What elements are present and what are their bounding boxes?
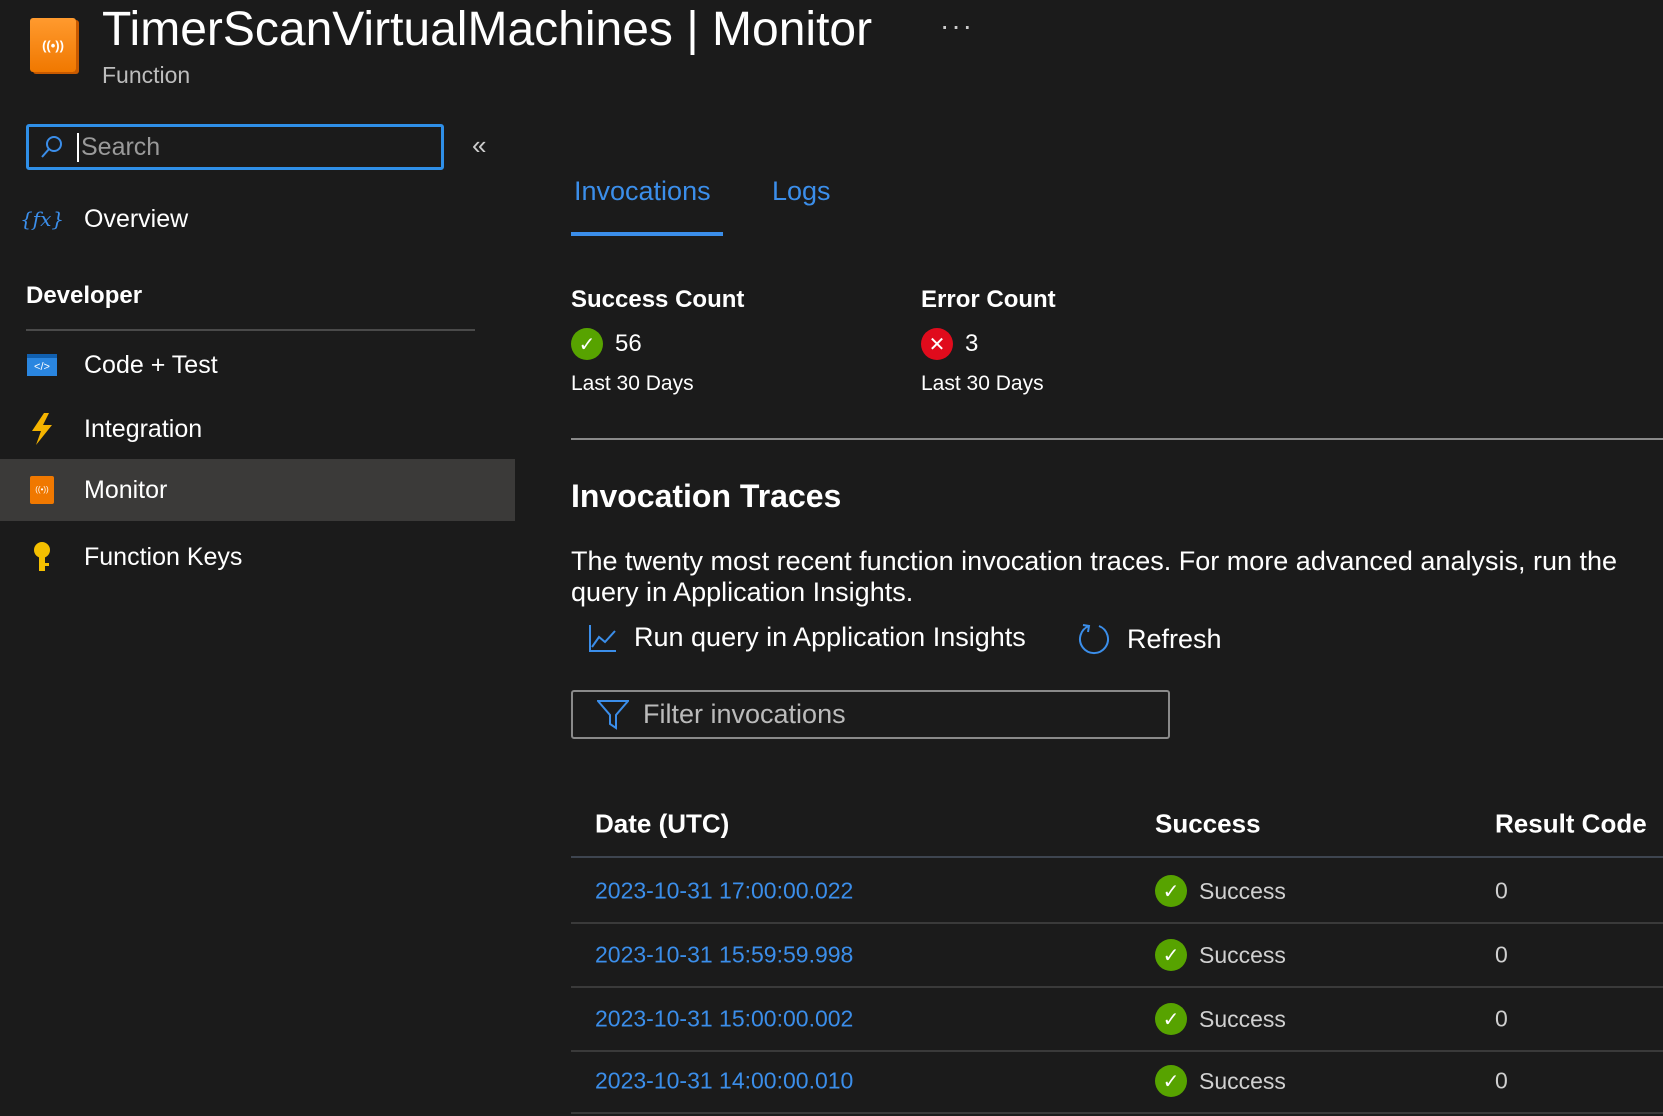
success-check-icon: ✓ — [1155, 1003, 1187, 1035]
refresh-label: Refresh — [1127, 623, 1222, 654]
table-row[interactable]: 2023-10-31 15:00:00.002 ✓ Success 0 — [571, 988, 1663, 1052]
filter-icon — [597, 699, 629, 730]
filter-box[interactable] — [571, 690, 1170, 739]
success-status: Success — [1199, 941, 1286, 968]
error-count-stat: Error Count ✕ 3 Last 30 Days — [921, 286, 1056, 396]
invocation-date-link[interactable]: 2023-10-31 14:00:00.010 — [595, 1068, 853, 1095]
stat-period: Last 30 Days — [921, 372, 1044, 395]
success-check-icon: ✓ — [1155, 1065, 1187, 1097]
key-icon — [26, 541, 58, 573]
chart-line-icon — [589, 624, 616, 652]
invocation-traces-heading: Invocation Traces — [571, 478, 842, 514]
table-row[interactable]: 2023-10-31 15:59:59.998 ✓ Success 0 — [571, 924, 1663, 988]
table-row[interactable]: 2023-10-31 14:00:00.010 ✓ Success 0 — [571, 1050, 1663, 1114]
sidebar-item-monitor[interactable]: ((•)) Monitor — [0, 459, 515, 521]
sidebar-item-integration[interactable]: Integration — [0, 398, 515, 460]
result-code: 0 — [1495, 1067, 1508, 1094]
logo-glyph: ((•)) — [42, 37, 64, 53]
sidebar-item-code-test[interactable]: </> Code + Test — [0, 334, 515, 396]
table-row[interactable]: 2023-10-31 17:00:00.022 ✓ Success 0 — [571, 860, 1663, 924]
more-options-button[interactable]: ··· — [940, 10, 974, 42]
stat-period: Last 30 Days — [571, 372, 694, 395]
sidebar-item-function-keys[interactable]: Function Keys — [0, 526, 515, 588]
search-icon — [41, 136, 62, 158]
success-check-icon: ✓ — [1155, 939, 1187, 971]
tab-logs[interactable]: Logs — [772, 176, 831, 207]
result-code: 0 — [1495, 877, 1508, 904]
lightning-icon — [26, 413, 58, 445]
result-code: 0 — [1495, 941, 1508, 968]
sidebar-item-label: Overview — [84, 204, 189, 233]
refresh-button[interactable]: Refresh — [1077, 622, 1222, 656]
success-check-icon: ✓ — [1155, 875, 1187, 907]
section-divider — [26, 329, 475, 331]
success-status: Success — [1199, 1005, 1286, 1032]
collapse-sidebar-button[interactable]: « — [472, 130, 486, 161]
traces-description: The twenty most recent function invocati… — [571, 546, 1618, 607]
error-x-icon: ✕ — [921, 328, 953, 360]
column-header-success[interactable]: Success — [1155, 808, 1261, 839]
success-status: Success — [1199, 1067, 1286, 1094]
sidebar-search[interactable] — [26, 124, 444, 170]
filter-invocations-input[interactable] — [643, 699, 1143, 730]
success-check-icon: ✓ — [571, 328, 603, 360]
success-status: Success — [1199, 877, 1286, 904]
sidebar-item-overview[interactable]: {fx} Overview — [0, 188, 515, 250]
sidebar-item-label: Function Keys — [84, 542, 243, 571]
success-count-stat: Success Count ✓ 56 Last 30 Days — [571, 286, 744, 396]
sidebar-item-label: Monitor — [84, 475, 168, 504]
table-header: Date (UTC) Success Result Code — [571, 791, 1663, 858]
stat-title: Success Count — [571, 286, 745, 313]
stat-value: 3 — [965, 330, 979, 357]
page-subtitle: Function — [102, 62, 191, 88]
run-query-button[interactable]: Run query in Application Insights — [588, 622, 1026, 653]
result-code: 0 — [1495, 1005, 1508, 1032]
code-icon: </> — [26, 349, 58, 381]
invocation-date-link[interactable]: 2023-10-31 15:00:00.002 — [595, 1006, 853, 1033]
monitor-icon: ((•)) — [26, 474, 58, 506]
invocation-date-link[interactable]: 2023-10-31 17:00:00.022 — [595, 878, 853, 905]
invocation-date-link[interactable]: 2023-10-31 15:59:59.998 — [595, 942, 853, 969]
sidebar-item-label: Integration — [84, 414, 203, 443]
stat-title: Error Count — [921, 286, 1056, 313]
tab-invocations[interactable]: Invocations — [574, 176, 711, 207]
column-header-result-code[interactable]: Result Code — [1495, 808, 1647, 839]
active-tab-indicator — [571, 232, 723, 236]
column-header-date[interactable]: Date (UTC) — [595, 808, 729, 839]
function-icon: {fx} — [19, 207, 65, 231]
stat-value: 56 — [615, 330, 642, 357]
section-heading-developer: Developer — [26, 282, 143, 309]
search-input[interactable] — [77, 132, 397, 162]
divider — [571, 438, 1663, 440]
sidebar-item-label: Code + Test — [84, 350, 218, 379]
refresh-icon — [1079, 624, 1109, 654]
run-query-label: Run query in Application Insights — [634, 622, 1026, 652]
page-title: TimerScanVirtualMachines | Monitor — [102, 3, 873, 56]
function-monitor-logo: ((•)) — [30, 18, 76, 72]
